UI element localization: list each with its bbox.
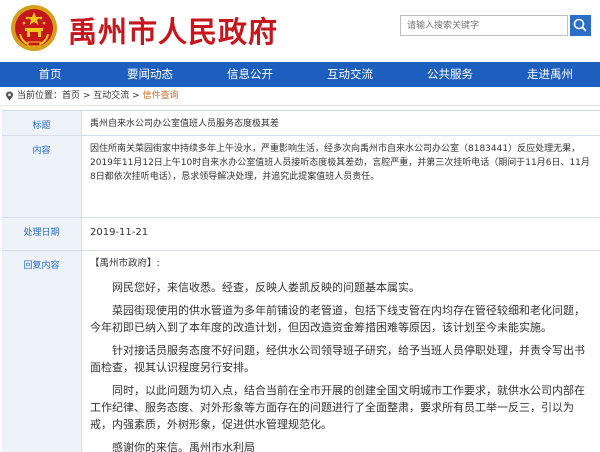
breadcrumb: 当前位置：首页 > 互动交流 > 信件查询: [0, 87, 600, 106]
location-pin-icon: [6, 91, 13, 100]
letter-date-label: 处理日期: [2, 218, 82, 250]
breadcrumb-section[interactable]: 互动交流: [93, 91, 129, 101]
nav-item-interaction[interactable]: 互动交流: [300, 62, 400, 87]
letter-content-value: 因住所南关菜园街家中持续多年上午没水，严重影响生活，经多次向禹州市自来水公司办公…: [90, 144, 590, 182]
breadcrumb-prefix: 当前位置：: [17, 91, 63, 101]
letter-date-row: 处理日期 2019-11-21: [2, 218, 600, 251]
search-icon: [573, 18, 587, 32]
main-nav: 首页 要闻动态 信息公开 互动交流 公共服务 走进禹州: [0, 62, 600, 87]
letter-content-row: 内容 因住所南关菜园街家中持续多年上午没水，严重影响生活，经多次向禹州市自来水公…: [2, 136, 600, 218]
site-header: 禹州市人民政府: [0, 0, 600, 62]
letter-title-value: 禹州自来水公司办公室值班人员服务态度极其差: [90, 119, 280, 129]
breadcrumb-separator: >: [129, 91, 143, 101]
letter-reply-value: 【禹州市政府】: 网民您好，来信收悉。经查，反映人娄凯反映的问题基本属实。 菜园…: [82, 251, 600, 452]
breadcrumb-current[interactable]: 信件查询: [143, 91, 179, 101]
nav-item-public-service[interactable]: 公共服务: [400, 62, 500, 87]
page: 禹州市人民政府 首页 要闻动态 信息公开 互动交流 公共服务 走进禹州 当前位置…: [0, 0, 600, 452]
search-button[interactable]: [570, 15, 591, 36]
reply-paragraph: 网民您好，来信收悉。经查，反映人娄凯反映的问题基本属实。: [112, 281, 420, 294]
breadcrumb-home[interactable]: 首页: [62, 91, 80, 101]
breadcrumb-separator: >: [80, 91, 94, 101]
nav-item-about-yuzhou[interactable]: 走进禹州: [500, 62, 600, 87]
reply-header: 【禹州市政府】:: [90, 258, 160, 269]
nav-item-news[interactable]: 要闻动态: [100, 62, 200, 87]
reply-paragraph: 同时，以此问题为切入点，结合当前在全市开展的创建全国文明城市工作要求，就供水公司…: [90, 384, 585, 431]
letter-reply-label: 回复内容: [2, 251, 82, 452]
national-emblem-icon: [11, 5, 57, 51]
letter-title-label: 标题: [2, 111, 82, 135]
letter-detail-table: 标题 禹州自来水公司办公室值班人员服务态度极其差 内容 因住所南关菜园街家中持续…: [2, 110, 600, 452]
search-input[interactable]: [400, 15, 568, 36]
letter-reply-row: 回复内容 【禹州市政府】: 网民您好，来信收悉。经查，反映人娄凯反映的问题基本属…: [2, 251, 600, 452]
reply-paragraph: 菜园街现使用的供水管道为多年前铺设的老管道，包括下线支管在内均存在管径较细和老化…: [90, 304, 585, 334]
nav-item-home[interactable]: 首页: [0, 62, 100, 87]
letter-title-row: 标题 禹州自来水公司办公室值班人员服务态度极其差: [2, 111, 600, 136]
nav-item-info-disclosure[interactable]: 信息公开: [200, 62, 300, 87]
letter-content-label: 内容: [2, 136, 82, 217]
letter-date-value: 2019-11-21: [90, 227, 149, 238]
site-title: 禹州市人民政府: [68, 15, 279, 49]
reply-paragraph: 针对接话员服务态度不好问题，经供水公司领导班子研究，给予当班人员停职处理，并责令…: [90, 344, 585, 374]
reply-paragraph: 感谢你的来信。禹州市水利局: [112, 441, 255, 452]
